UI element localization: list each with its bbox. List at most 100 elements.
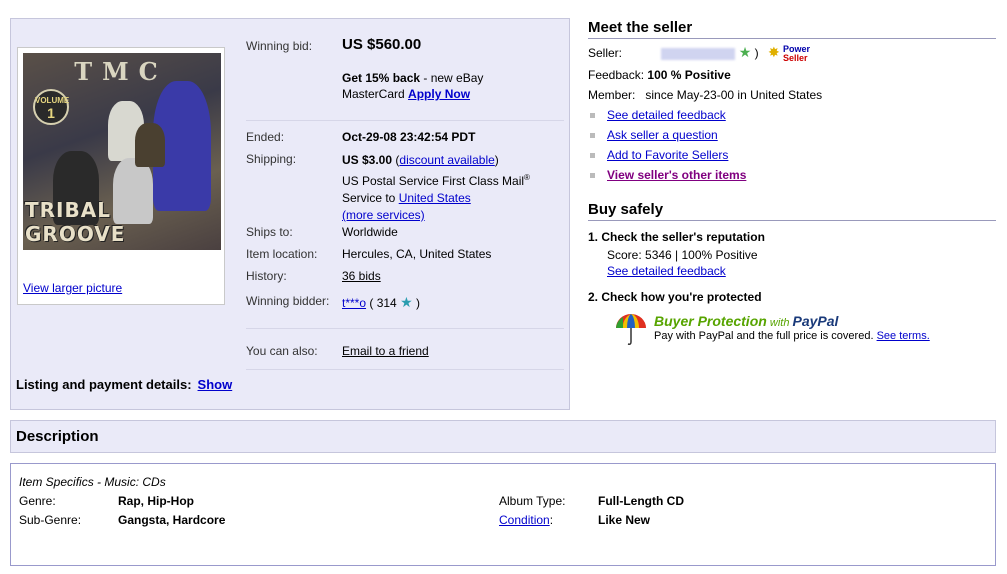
bullet-icon: [590, 133, 595, 139]
view-other-items-item: View seller's other items: [590, 168, 746, 182]
album-type-value: Full-Length CD: [598, 494, 684, 508]
seller-score-text: Score: 5346 | 100% Positive: [607, 248, 758, 262]
add-favorite-item: Add to Favorite Sellers: [590, 148, 728, 162]
email-to-friend-link[interactable]: Email to a friend: [342, 344, 429, 358]
view-seller-other-items-link[interactable]: View seller's other items: [607, 168, 746, 182]
album-logo-text: TMC: [74, 57, 168, 86]
feedback-label: Feedback:: [588, 68, 645, 82]
seller-row: Seller: ★ ) ✸ Power Seller: [588, 44, 810, 63]
meet-seller-heading: Meet the seller: [588, 19, 693, 36]
umbrella-icon: [616, 314, 646, 345]
subgenre-value: Gangsta, Hardcore: [118, 513, 226, 527]
power-seller-badge[interactable]: Power Seller: [783, 44, 810, 63]
feedback-star-icon[interactable]: ★: [400, 294, 413, 310]
more-services-link[interactable]: (more services): [342, 208, 425, 222]
you-can-also-label: You can also:: [246, 344, 318, 358]
item-specifics-title: Item Specifics - Music: CDs: [19, 475, 166, 489]
shipping-details: US $3.00 (discount available) US Postal …: [342, 153, 530, 222]
condition-label: Condition:: [499, 513, 553, 527]
see-detailed-feedback-link[interactable]: See detailed feedback: [607, 108, 726, 122]
history-label: History:: [246, 269, 287, 283]
shipping-label: Shipping:: [246, 152, 297, 166]
ships-to-label: Ships to:: [246, 225, 293, 239]
winning-bidder-close: ): [412, 296, 420, 310]
section-rule: [588, 38, 996, 39]
description-heading: Description: [16, 428, 99, 445]
listing-details-label: Listing and payment details:: [16, 377, 192, 392]
buyer-protection-text: Pay with PayPal and the full price is co…: [654, 330, 930, 342]
add-favorite-sellers-link[interactable]: Add to Favorite Sellers: [607, 148, 728, 162]
feedback-row: Feedback: 100 % Positive: [588, 68, 731, 82]
volume-badge: VOLUME 1: [33, 89, 69, 125]
buyer-protection-title: Buyer Protection with PayPal: [654, 313, 838, 329]
registered-mark: ®: [524, 173, 530, 182]
album-type-label: Album Type:: [499, 494, 566, 508]
volume-badge-number: 1: [47, 105, 55, 121]
genre-label: Genre:: [19, 494, 56, 508]
buy-safely-heading: Buy safely: [588, 201, 664, 218]
item-summary-panel: TMC VOLUME 1 TRIBAL GROOVE View larger p…: [10, 18, 570, 410]
winning-bidder-link[interactable]: t***o: [342, 296, 366, 310]
bullet-icon: [590, 173, 595, 179]
shipping-service: US Postal Service First Class Mail: [342, 174, 525, 188]
apply-now-link[interactable]: Apply Now: [408, 87, 470, 101]
show-details-link[interactable]: Show: [198, 377, 233, 392]
view-larger-picture-link[interactable]: View larger picture: [23, 281, 122, 295]
winning-bidder-label: Winning bidder:: [246, 294, 330, 308]
power-seller-icon[interactable]: ✸: [768, 44, 780, 60]
buyer-protection-desc: Pay with PayPal and the full price is co…: [654, 330, 877, 342]
check-protection-step: 2. Check how you're protected: [588, 290, 762, 304]
item-photo-box: TMC VOLUME 1 TRIBAL GROOVE View larger p…: [17, 47, 225, 305]
seller-close-paren: ): [754, 46, 759, 60]
feedback-star-icon[interactable]: ★: [739, 44, 752, 60]
condition-value: Like New: [598, 513, 651, 527]
winning-bid-value: US $560.00: [342, 36, 422, 53]
see-terms-link[interactable]: See terms.: [877, 330, 930, 342]
album-title-text: TRIBAL GROOVE: [25, 198, 126, 246]
volume-badge-word: VOLUME: [35, 96, 70, 105]
paypal-logo: PayPal: [792, 313, 839, 329]
see-detailed-feedback-link-2[interactable]: See detailed feedback: [607, 264, 726, 278]
see-detailed-feedback-item: See detailed feedback: [590, 108, 726, 122]
section-rule: [588, 220, 996, 221]
member-label: Member:: [588, 88, 636, 102]
winning-bidder-score: ( 314: [366, 296, 401, 310]
album-figure-5: [135, 123, 165, 167]
condition-colon: :: [549, 513, 554, 527]
divider: [246, 369, 564, 370]
ask-seller-question-link[interactable]: Ask seller a question: [607, 128, 718, 142]
item-specifics-box: Item Specifics - Music: CDs Genre: Rap, …: [10, 463, 996, 566]
ask-seller-item: Ask seller a question: [590, 128, 718, 142]
promo-bold-text: Get 15% back: [342, 71, 421, 85]
feedback-value: 100 % Positive: [647, 68, 731, 82]
item-location-value: Hercules, CA, United States: [342, 247, 492, 261]
discount-available-link[interactable]: discount available: [399, 153, 494, 167]
mastercard-promo: Get 15% back - new eBay MasterCard Apply…: [342, 70, 542, 102]
seller-id-link[interactable]: [661, 47, 736, 60]
ended-label: Ended:: [246, 130, 285, 144]
seller-label: Seller:: [588, 46, 623, 60]
member-value: since May-23-00 in United States: [645, 88, 823, 102]
genre-value: Rap, Hip-Hop: [118, 494, 194, 508]
bullet-icon: [590, 153, 595, 159]
winning-bid-label: Winning bid:: [246, 39, 313, 53]
with-word: with: [766, 317, 793, 329]
bid-history-link[interactable]: 36 bids: [342, 269, 381, 283]
member-row: Member: since May-23-00 in United States: [588, 88, 822, 102]
ships-to-value: Worldwide: [342, 225, 398, 239]
winning-bidder-info: t***o ( 314 ★ ): [342, 294, 420, 311]
album-cover-image[interactable]: TMC VOLUME 1 TRIBAL GROOVE: [23, 53, 221, 250]
description-header-bar: Description: [10, 420, 996, 453]
subgenre-label: Sub-Genre:: [19, 513, 82, 527]
united-states-link[interactable]: United States: [399, 191, 471, 205]
condition-link[interactable]: Condition: [499, 513, 550, 527]
check-reputation-step: 1. Check the seller's reputation: [588, 230, 765, 244]
power-seller-word-2: Seller: [783, 52, 808, 63]
item-location-label: Item location:: [246, 247, 318, 261]
divider: [246, 328, 564, 329]
divider: [246, 120, 564, 121]
buyer-protection-word: Buyer Protection: [654, 313, 767, 329]
service-to-text: Service to: [342, 191, 399, 205]
shipping-cost: US $3.00: [342, 153, 393, 167]
ended-value: Oct-29-08 23:42:54 PDT: [342, 130, 476, 144]
